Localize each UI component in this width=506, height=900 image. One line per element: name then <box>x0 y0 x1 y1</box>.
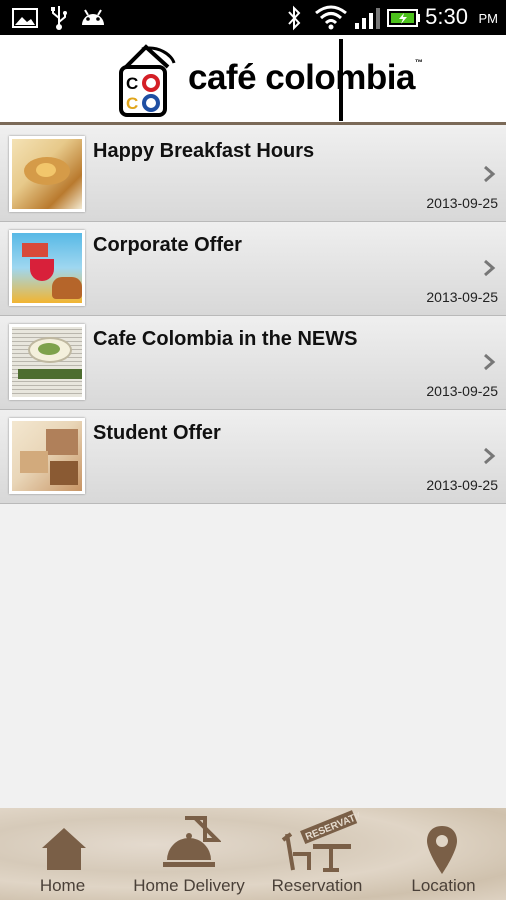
offer-date: 2013-09-25 <box>426 195 498 211</box>
wifi-icon <box>315 5 347 30</box>
list-item-cafe-colombia-news[interactable]: Cafe Colombia in the NEWS 2013-09-25 <box>0 316 506 410</box>
svg-text:C: C <box>126 74 138 93</box>
chevron-right-icon <box>484 447 496 465</box>
chevron-right-icon <box>484 165 496 183</box>
android-icon <box>82 9 104 25</box>
home-icon <box>42 828 86 870</box>
image-icon <box>12 8 38 28</box>
list-item-student-offer[interactable]: Student Offer 2013-09-25 <box>0 410 506 504</box>
offer-title: Cafe Colombia in the NEWS <box>93 328 358 350</box>
location-pin-icon <box>427 826 457 874</box>
brand-name: café colombia™ <box>188 58 423 98</box>
tab-home[interactable]: Home <box>0 808 125 900</box>
svg-text:C: C <box>126 94 138 113</box>
cafe-colombia-logo: C C <box>119 44 176 117</box>
tab-label: Reservation <box>271 876 363 895</box>
offer-title: Corporate Offer <box>93 234 242 256</box>
brand-name-text: café colombia <box>188 58 415 97</box>
offer-list: Happy Breakfast Hours 2013-09-25 Corpora… <box>0 128 506 504</box>
offer-thumbnail <box>9 324 85 400</box>
offer-date: 2013-09-25 <box>426 477 498 493</box>
tab-label: Location <box>411 876 476 895</box>
status-bar: 5:30 PM <box>0 0 506 35</box>
tab-label: Home <box>39 876 86 895</box>
chevron-right-icon <box>484 353 496 371</box>
app-header: C C café colombia™ <box>0 35 506 125</box>
offer-title: Student Offer <box>93 422 221 444</box>
offer-thumbnail <box>9 230 85 306</box>
bottom-tab-bar: Home Home Delivery RESERVATION Reservati… <box>0 808 506 900</box>
tab-home-delivery[interactable]: Home Delivery <box>125 808 253 900</box>
reservation-icon: RESERVATION <box>281 810 359 872</box>
tab-location[interactable]: Location <box>381 808 506 900</box>
offer-date: 2013-09-25 <box>426 383 498 399</box>
offer-date: 2013-09-25 <box>426 289 498 305</box>
battery-charging-icon <box>387 9 420 27</box>
offer-thumbnail <box>9 418 85 494</box>
status-ampm: PM <box>478 11 499 26</box>
bluetooth-icon <box>288 5 301 31</box>
list-item-corporate-offer[interactable]: Corporate Offer 2013-09-25 <box>0 222 506 316</box>
tab-label: Home Delivery <box>133 876 245 895</box>
signal-icon <box>355 8 380 29</box>
usb-icon <box>51 6 67 30</box>
status-time: 5:30 <box>425 4 468 29</box>
trademark-symbol: ™ <box>414 58 423 67</box>
delivery-icon <box>163 816 221 867</box>
offer-thumbnail <box>9 136 85 212</box>
offer-title: Happy Breakfast Hours <box>93 140 315 162</box>
list-item-happy-breakfast[interactable]: Happy Breakfast Hours 2013-09-25 <box>0 128 506 222</box>
chevron-right-icon <box>484 259 496 277</box>
tab-reservation[interactable]: RESERVATION Reservation <box>253 808 381 900</box>
brand-stem-line <box>339 39 343 121</box>
